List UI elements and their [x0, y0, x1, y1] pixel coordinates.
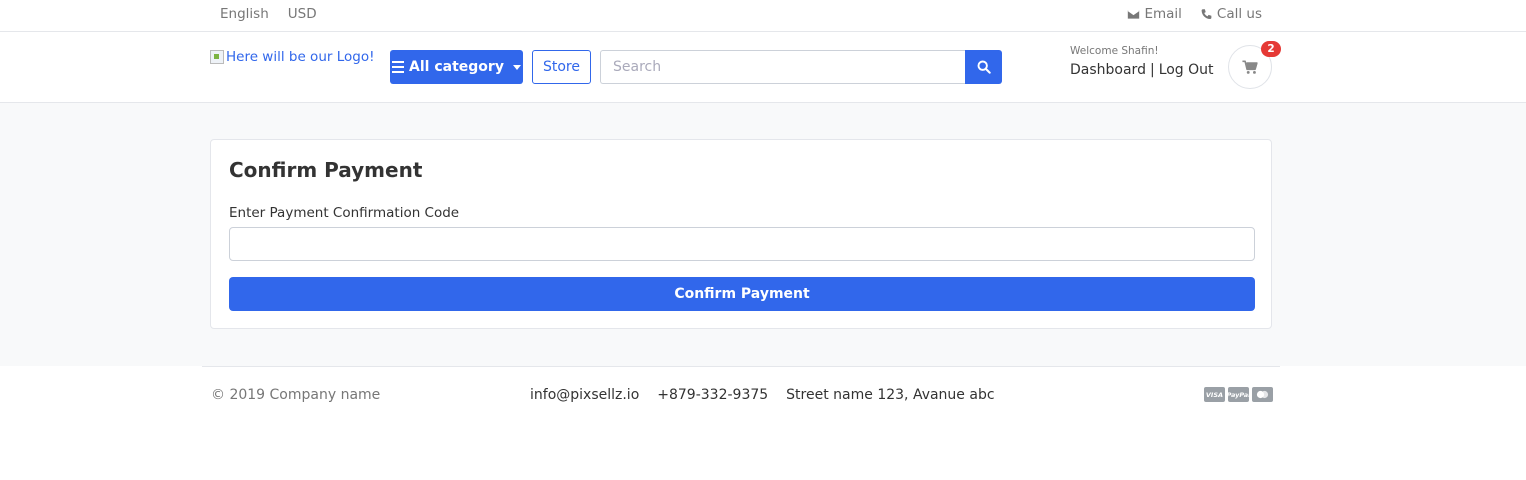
confirmation-code-input[interactable]	[229, 227, 1255, 261]
language-selector[interactable]: English	[220, 6, 269, 22]
logo-image: Here will be our Logo!	[210, 49, 375, 65]
bars-icon	[392, 60, 405, 74]
account-links: Dashboard | Log Out	[1070, 62, 1214, 78]
mastercard-icon	[1252, 387, 1273, 402]
search-input[interactable]	[600, 50, 965, 84]
search-button[interactable]	[965, 50, 1002, 84]
copyright-text: © 2019 Company name	[211, 387, 381, 403]
site-footer: © 2019 Company name info@pixsellz.io +87…	[0, 366, 1526, 480]
call-label: Call us	[1216, 6, 1262, 22]
topbar-left: English USD	[220, 6, 317, 22]
email-link[interactable]: Email	[1127, 6, 1182, 22]
store-button[interactable]: Store	[532, 50, 591, 84]
logo-link[interactable]: Here will be our Logo!	[210, 49, 375, 65]
footer-divider	[202, 366, 1280, 367]
top-utility-bar: English USD Email Call us	[0, 0, 1526, 32]
paypal-icon: PayPal	[1227, 387, 1250, 402]
cart-count-badge: 2	[1261, 41, 1281, 57]
topbar-right: Email Call us	[1127, 6, 1262, 22]
visa-icon: VISA	[1204, 387, 1225, 402]
logo-alt-text: Here will be our Logo!	[226, 49, 375, 65]
footer-contacts: info@pixsellz.io +879-332-9375 Street na…	[530, 387, 995, 403]
broken-image-icon	[210, 50, 224, 64]
logout-link[interactable]: Log Out	[1159, 62, 1214, 78]
link-separator: |	[1149, 62, 1155, 78]
caret-down-icon	[512, 64, 521, 70]
all-category-button[interactable]: All category	[390, 50, 523, 84]
confirm-payment-button[interactable]: Confirm Payment	[229, 277, 1255, 311]
footer-email[interactable]: info@pixsellz.io	[530, 387, 639, 403]
main-content: Confirm Payment Enter Payment Confirmati…	[0, 103, 1526, 366]
footer-phone[interactable]: +879-332-9375	[657, 387, 768, 403]
call-link[interactable]: Call us	[1200, 6, 1262, 22]
payment-methods: VISA PayPal	[1204, 387, 1273, 402]
email-label: Email	[1144, 6, 1182, 22]
page-title: Confirm Payment	[229, 158, 423, 182]
envelope-icon	[1128, 9, 1140, 19]
footer-address: Street name 123, Avanue abc	[786, 387, 995, 403]
phone-icon	[1201, 8, 1212, 19]
currency-selector[interactable]: USD	[288, 6, 317, 22]
confirm-payment-card: Confirm Payment Enter Payment Confirmati…	[210, 139, 1272, 329]
all-category-label: All category	[409, 59, 504, 75]
dashboard-link[interactable]: Dashboard	[1070, 62, 1146, 78]
confirmation-code-label: Enter Payment Confirmation Code	[229, 205, 460, 221]
cart-icon	[1242, 59, 1258, 74]
search-icon	[977, 60, 991, 74]
welcome-text: Welcome Shafin!	[1070, 45, 1159, 57]
